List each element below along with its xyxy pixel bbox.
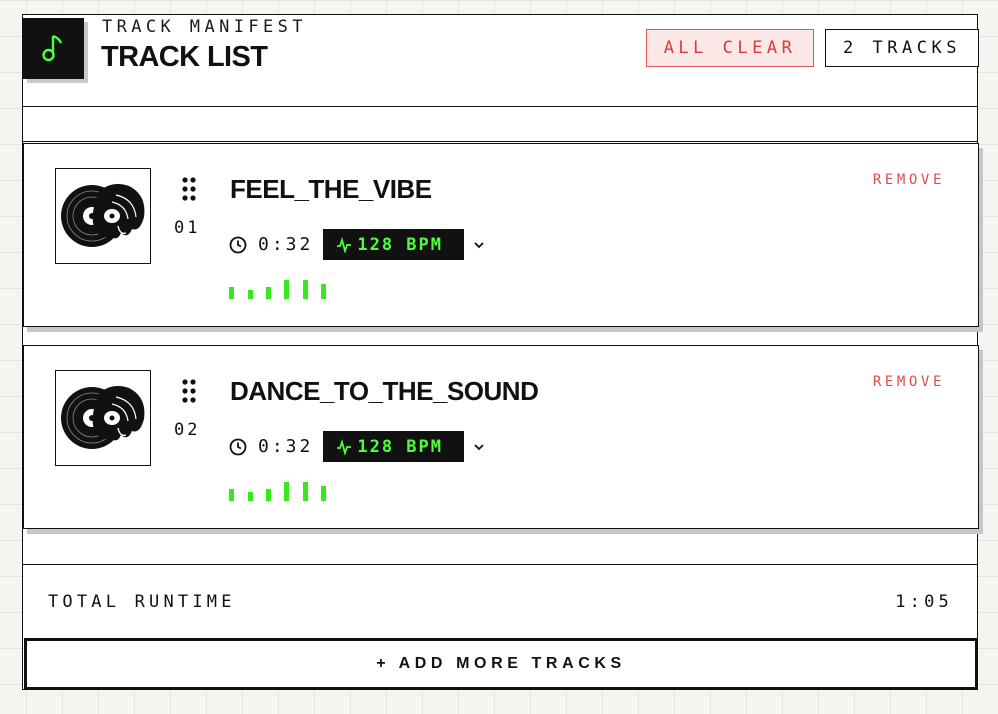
page-title: TRACK LIST <box>101 41 268 73</box>
track-title[interactable]: DANCE_TO_THE_SOUND <box>230 376 539 407</box>
track-duration: 0:32 <box>258 234 314 255</box>
chevron-down-icon[interactable] <box>472 238 486 252</box>
add-more-tracks-button[interactable]: + ADD MORE TRACKS <box>24 638 978 690</box>
waveform-bar <box>248 492 253 501</box>
track-index: 02 <box>174 420 201 440</box>
remove-button[interactable]: REMOVE <box>873 172 945 188</box>
drag-handle-icon[interactable] <box>181 378 197 404</box>
waveform-bar <box>266 489 271 501</box>
header-eyebrow: TRACK MANIFEST <box>102 17 307 37</box>
track-count-badge: 2 TRACKS <box>825 29 979 67</box>
track-title[interactable]: FEEL_THE_VIBE <box>230 174 432 205</box>
track-cover <box>55 370 151 466</box>
track-meta: 0:32 128 BPM <box>229 229 486 260</box>
pulse-icon <box>337 236 352 253</box>
track-list-panel: TRACK MANIFEST TRACK LIST ALL CLEAR 2 TR… <box>22 14 979 690</box>
chevron-down-icon[interactable] <box>472 440 486 454</box>
logo <box>23 18 84 79</box>
waveform-bar <box>229 489 234 501</box>
waveform-bar <box>229 287 234 299</box>
total-runtime-value: 1:05 <box>895 592 953 612</box>
bpm-value: 128 BPM <box>357 436 444 457</box>
list-top-divider <box>23 141 977 142</box>
track-index: 01 <box>174 218 201 238</box>
waveform-bar <box>303 482 308 501</box>
pulse-icon <box>337 438 352 455</box>
waveform <box>229 279 329 301</box>
drag-handle-icon[interactable] <box>181 176 197 202</box>
vinyl-record-icon <box>61 385 145 449</box>
waveform-bar <box>303 280 308 299</box>
header: TRACK MANIFEST TRACK LIST ALL CLEAR 2 TR… <box>23 15 979 107</box>
list-bottom-divider <box>23 564 977 565</box>
bpm-value: 128 BPM <box>357 234 444 255</box>
clock-icon <box>229 438 247 455</box>
remove-button[interactable]: REMOVE <box>873 374 945 390</box>
waveform <box>229 481 329 503</box>
waveform-bar <box>321 284 326 299</box>
track-duration: 0:32 <box>258 436 314 457</box>
track-cover <box>55 168 151 264</box>
music-note-icon <box>42 34 63 62</box>
total-runtime-label: TOTAL RUNTIME <box>48 592 236 612</box>
track-card: 01 FEEL_THE_VIBE REMOVE 0:32 128 BPM <box>23 143 979 327</box>
bpm-badge[interactable]: 128 BPM <box>323 431 465 462</box>
track-meta: 0:32 128 BPM <box>229 431 486 462</box>
clock-icon <box>229 236 247 253</box>
waveform-bar <box>284 280 289 299</box>
waveform-bar <box>266 287 271 299</box>
waveform-bar <box>284 482 289 501</box>
all-clear-button[interactable]: ALL CLEAR <box>646 29 814 67</box>
vinyl-record-icon <box>61 183 145 247</box>
bpm-badge[interactable]: 128 BPM <box>323 229 465 260</box>
waveform-bar <box>321 486 326 501</box>
waveform-bar <box>248 290 253 299</box>
track-card: 02 DANCE_TO_THE_SOUND REMOVE 0:32 128 BP… <box>23 345 979 529</box>
